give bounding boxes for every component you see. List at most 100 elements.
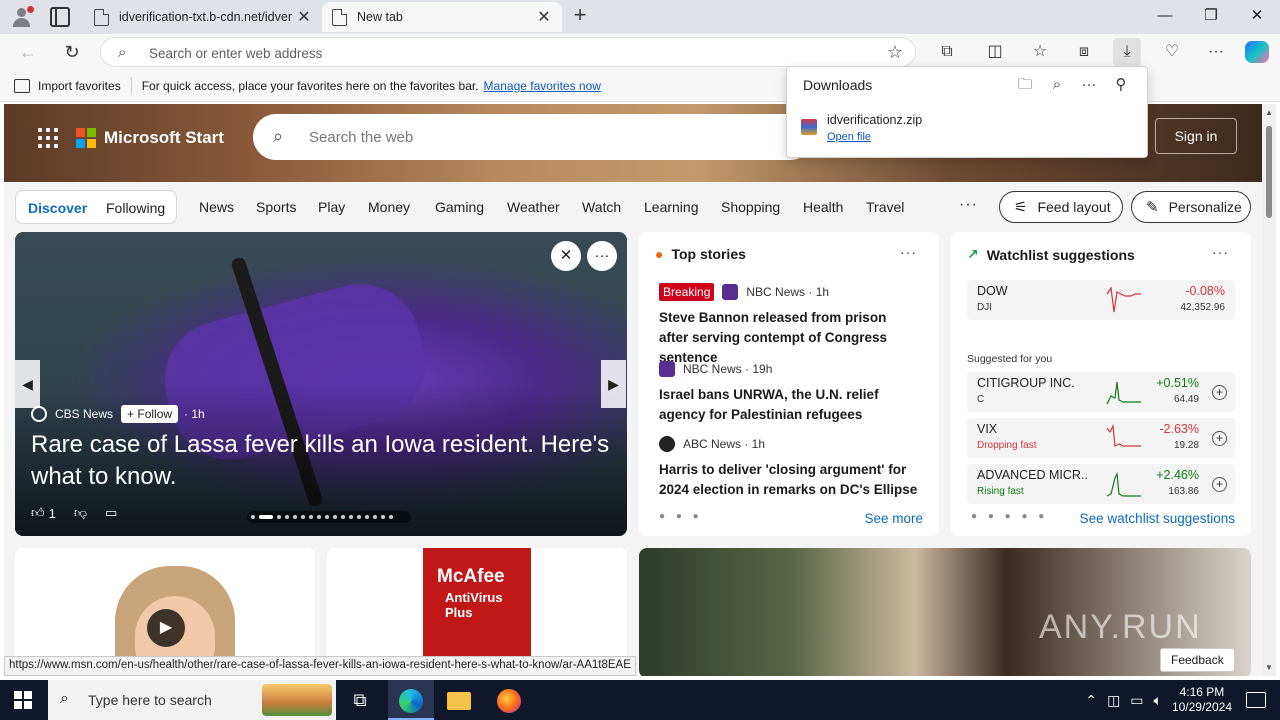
feature-age: · 1h [184,407,205,421]
close-tab-icon[interactable]: ✕ [536,7,552,27]
watchlist-row[interactable]: ADVANCED MICR... Rising fast +2.46% 163.… [967,464,1235,504]
collections-icon[interactable]: ⧈ [1070,38,1098,66]
category-gaming[interactable]: Gaming [435,199,484,215]
scroll-up-icon[interactable]: ▲ [1265,108,1273,117]
category-news[interactable]: News [199,199,234,215]
notifications-icon[interactable] [1246,692,1266,708]
feature-headline[interactable]: Rare case of Lassa fever kills an Iowa r… [31,429,621,493]
story-item[interactable]: ABC News · 1h Harris to deliver 'closing… [659,434,919,500]
scroll-thumb[interactable] [1266,126,1272,218]
more-menu-icon[interactable]: ··· [1202,38,1230,66]
close-tab-icon[interactable]: ✕ [296,7,312,27]
watchlist-row[interactable]: VIX Dropping fast -2.63% 19.28 + [967,418,1235,458]
split-screen-icon[interactable]: ◫ [981,38,1009,66]
refresh-button[interactable]: ↻ [60,40,84,64]
more-categories-icon[interactable]: ··· [959,196,978,214]
see-watchlist-link[interactable]: See watchlist suggestions [1080,511,1235,526]
browser-essentials-icon[interactable]: ♡ [1158,38,1186,66]
follow-button[interactable]: + Follow [121,405,179,423]
tab-following[interactable]: Following [106,200,165,216]
carousel-more-icon[interactable]: ··· [587,241,617,271]
carousel-next-icon[interactable]: ▶ [601,360,626,408]
tray-chevron-icon[interactable]: ⌃ [1085,692,1097,709]
scroll-down-icon[interactable]: ▼ [1265,663,1273,672]
add-to-watchlist-icon[interactable]: + [1212,431,1227,446]
story-headline[interactable]: Israel bans UNRWA, the U.N. relief agenc… [659,385,919,425]
top-stories-pagination[interactable]: ● ● ● [659,511,703,522]
profile-avatar-icon[interactable] [8,5,34,29]
feed-layout-button[interactable]: ⚟ Feed layout [999,191,1123,223]
category-play[interactable]: Play [318,199,345,215]
manage-favorites-link[interactable]: Manage favorites now [484,79,601,93]
copilot-icon[interactable] [1245,41,1269,63]
tab-new-tab[interactable]: New tab ✕ [322,2,562,32]
carousel-prev-icon[interactable]: ◀ [15,360,40,408]
top-stories-more-icon[interactable]: ··· [900,244,917,260]
windows-start-icon[interactable] [14,691,32,709]
feature-carousel[interactable]: ✕ ··· ◀ ▶ CBS News + Follow · 1h Rare ca… [15,232,627,536]
category-health[interactable]: Health [803,199,843,215]
open-folder-icon[interactable]: 🗀︎ [1013,73,1037,97]
downloads-icon[interactable]: ⤓ [1113,38,1141,66]
more-options-icon[interactable]: ··· [1077,73,1101,97]
open-file-link[interactable]: Open file [827,131,871,143]
dislike-icon[interactable]: 👎︎ [74,505,87,521]
category-weather[interactable]: Weather [507,199,560,215]
search-icon[interactable]: ⌕ [1045,73,1069,97]
watchlist-more-icon[interactable]: ··· [1212,244,1229,260]
edge-taskbar-icon[interactable] [388,680,434,720]
category-watch[interactable]: Watch [582,199,621,215]
category-learning[interactable]: Learning [644,199,699,215]
volume-icon[interactable]: 🔈︎ [1154,692,1162,709]
see-more-link[interactable]: See more [864,511,923,526]
category-money[interactable]: Money [368,199,410,215]
like-icon[interactable]: 👍︎ [31,505,45,521]
brand-title[interactable]: Microsoft Start [104,128,224,148]
watchlist-row[interactable]: DOW DJI -0.08% 42,352.96 [967,280,1235,320]
firefox-icon[interactable] [486,680,532,720]
category-shopping[interactable]: Shopping [721,199,780,215]
add-to-watchlist-icon[interactable]: + [1212,477,1227,492]
web-search-box[interactable]: ⌕ Search the web [253,114,813,160]
restore-button[interactable]: ❐ [1188,0,1234,32]
dismiss-icon[interactable]: ✕ [551,241,581,271]
minimize-button[interactable]: — [1142,0,1188,32]
add-to-watchlist-icon[interactable]: + [1212,385,1227,400]
personalize-button[interactable]: ✎ Personalize [1131,191,1251,223]
pin-icon[interactable]: ⚲ [1109,73,1133,97]
taskbar-search[interactable]: ⌕ Type here to search [48,680,336,720]
extensions-icon[interactable]: ⧉ [933,38,961,66]
new-tab-button[interactable]: + [568,4,592,28]
close-window-button[interactable]: ✕ [1234,0,1280,32]
watchlist-row[interactable]: CITIGROUP INC. C +0.51% 64.49 + [967,372,1235,412]
sign-in-button[interactable]: Sign in [1155,118,1237,154]
tab-idverification[interactable]: idverification-txt.b-cdn.net/idver ✕ [84,2,322,32]
story-item[interactable]: Breaking NBC News · 1h Steve Bannon rele… [659,282,919,368]
category-travel[interactable]: Travel [866,199,904,215]
watchlist-pagination[interactable]: ● ● ● ● ● [971,511,1048,522]
back-button[interactable]: ← [16,40,40,64]
tray-app-icon[interactable]: ◫ [1107,692,1120,709]
app-launcher-icon[interactable] [38,128,58,148]
feedback-button[interactable]: Feedback [1160,648,1235,672]
import-favorites-button[interactable]: Import favorites [14,78,121,93]
story-item[interactable]: NBC News · 19h Israel bans UNRWA, the U.… [659,359,919,425]
page-scrollbar[interactable]: ▲ ▼ [1262,104,1276,676]
story-headline[interactable]: Harris to deliver 'closing argument' for… [659,460,919,500]
comment-icon[interactable]: ▭ [105,505,117,521]
clock[interactable]: 4:16 PM 10/29/2024 [1172,685,1232,715]
category-sports[interactable]: Sports [256,199,296,215]
address-bar[interactable]: ⌕ Search or enter web address ☆ [100,37,916,67]
feed-layout-label: Feed layout [1037,199,1111,215]
task-view-icon[interactable]: ⧉ [337,680,383,720]
file-explorer-icon[interactable] [436,680,482,720]
mcafee-product: AntiVirus Plus [445,590,503,620]
carousel-pagination[interactable] [247,511,411,523]
tab-actions-icon[interactable] [50,7,70,27]
play-icon[interactable]: ▶ [147,609,185,647]
windows-taskbar: ⌕ Type here to search ⧉ ⌃ ◫ ▭ 🔈︎ 4:16 PM… [0,680,1280,720]
tab-discover[interactable]: Discover [28,200,87,216]
network-icon[interactable]: ▭ [1130,692,1143,709]
favorite-star-icon[interactable]: ☆ [887,42,903,63]
favorites-icon[interactable]: ☆ [1026,38,1054,66]
